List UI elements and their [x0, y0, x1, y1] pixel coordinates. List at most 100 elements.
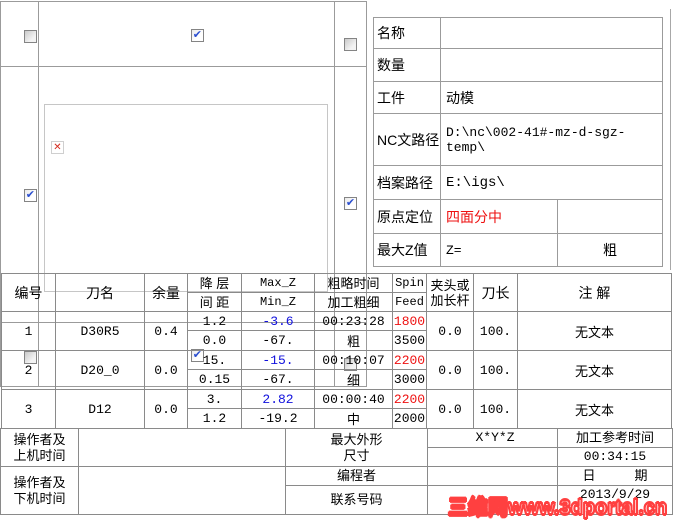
quantity-label: 数量: [373, 48, 441, 82]
tool-row-min-z: -67.: [241, 369, 315, 390]
tool-row-min-z: -19.2: [241, 408, 315, 429]
max-z-rough-value: 粗: [557, 233, 663, 267]
checkbox-top-left[interactable]: [23, 30, 37, 43]
job-info-form: 名称 数量 工件 动模 NC文路径 D:\nc\002-41#-mz-d-sgz…: [373, 17, 663, 267]
tool-table: 编号 刀名 余量 降 层 Max_Z 粗略时间 Spin 夹头或 加长杆 刀长 …: [1, 273, 672, 429]
max-size-value2: [427, 447, 558, 467]
tool-row-name: D12: [55, 389, 145, 429]
ref-time-label: 加工参考时间: [557, 428, 673, 448]
tool-row-allowance: 0.0: [144, 350, 188, 390]
col-header-no: 编号: [1, 273, 56, 312]
checkbox-top-right[interactable]: [344, 37, 357, 51]
workpiece-label: 工件: [373, 81, 441, 114]
tool-row-min-z: -67.: [241, 330, 315, 351]
tool-row-step-over: 1.2: [187, 408, 242, 429]
name-value: [440, 17, 663, 49]
tool-row-note: 无文本: [517, 311, 672, 351]
col-header-min-z: Min_Z: [241, 292, 315, 312]
col-header-step-over: 间 距: [187, 292, 242, 312]
tool-row-length: 100.: [473, 389, 518, 429]
tool-row-length: 100.: [473, 350, 518, 390]
nc-path-label: NC文路径: [373, 113, 441, 166]
col-header-max-z: Max_Z: [241, 273, 315, 293]
outer-frame-line: [670, 9, 671, 270]
archive-path-label: 档案路径: [373, 165, 441, 200]
tool-row-no: 1: [1, 311, 56, 351]
checkbox-cell: [334, 1, 367, 67]
max-size-value: X*Y*Z: [427, 428, 558, 448]
name-label: 名称: [373, 17, 441, 49]
tool-row-finish: 粗: [314, 330, 393, 351]
col-header-note: 注 解: [517, 273, 672, 312]
ref-time-value: 00:34:15: [557, 447, 673, 467]
tool-row-spin: 2200: [392, 389, 427, 409]
col-header-tool-length: 刀长: [473, 273, 518, 312]
tool-row-spin: 2200: [392, 350, 427, 370]
tool-row: 2 D20_0 0.0 15. -15. 00:10:07 2200 0.0 1…: [1, 350, 672, 390]
col-header-finish: 加工粗细: [314, 292, 393, 312]
checkbox-mid-left[interactable]: ✔: [23, 189, 37, 202]
max-size-label: 最大外形 尺寸: [285, 428, 428, 467]
col-header-allowance: 余量: [144, 273, 188, 312]
tool-row-max-z: -15.: [241, 350, 315, 370]
tool-row-rough-time: 00:23:28: [314, 311, 393, 331]
tool-row-no: 3: [1, 389, 56, 429]
checkbox-mid-right[interactable]: ✔: [344, 196, 357, 210]
operator-off-value: [78, 466, 286, 515]
operator-off-label: 操作者及 下机时间: [0, 466, 79, 515]
origin-label: 原点定位: [373, 199, 441, 234]
tool-row-max-z: -3.6: [241, 311, 315, 331]
tool-row: 1 D30R5 0.4 1.2 -3.6 00:23:28 1800 0.0 1…: [1, 311, 672, 351]
checkbox-cell: [0, 1, 39, 67]
origin-value: 四面分中: [440, 199, 558, 234]
watermark: 三维网www.3dportal.cn: [447, 496, 668, 520]
col-header-feed: Feed: [392, 292, 427, 312]
tool-row-feed: 3000: [392, 369, 427, 390]
tool-row-no: 2: [1, 350, 56, 390]
tool-row-step-over: 0.0: [187, 330, 242, 351]
nc-path-value: D:\nc\002-41#-mz-d-sgz-temp\: [440, 113, 663, 166]
col-header-rough-time: 粗略时间: [314, 273, 393, 293]
contact-label: 联系号码: [285, 485, 428, 515]
tool-row-note: 无文本: [517, 350, 672, 390]
col-header-tool: 刀名: [55, 273, 145, 312]
tool-row-rough-time: 00:00:40: [314, 389, 393, 409]
tool-row-max-z: 2.82: [241, 389, 315, 409]
tool-row-holder: 0.0: [426, 350, 474, 390]
max-z-value: Z=: [440, 233, 558, 267]
date-label: 日 期: [557, 466, 673, 486]
tool-row-finish: 细: [314, 369, 393, 390]
tool-row: 3 D12 0.0 3. 2.82 00:00:40 2200 0.0 100.…: [1, 389, 672, 429]
programmer-label: 编程者: [285, 466, 428, 486]
tool-row-holder: 0.0: [426, 389, 474, 429]
tool-row-step-down: 15.: [187, 350, 242, 370]
max-z-label: 最大Z值: [373, 233, 441, 267]
checkmark-icon: ✔: [25, 189, 35, 201]
tool-row-allowance: 0.0: [144, 389, 188, 429]
tool-row-name: D30R5: [55, 311, 145, 351]
tool-row-feed: 2000: [392, 408, 427, 429]
quantity-value: [440, 48, 663, 82]
tool-row-length: 100.: [473, 311, 518, 351]
tool-row-note: 无文本: [517, 389, 672, 429]
operator-on-label: 操作者及 上机时间: [0, 428, 79, 467]
checkmark-icon: ✔: [192, 28, 202, 41]
workpiece-value: 动模: [440, 81, 663, 114]
tool-row-name: D20_0: [55, 350, 145, 390]
programmer-value: [427, 466, 558, 486]
checkbox-cell: ✔: [38, 1, 335, 67]
origin-extra-cell: [557, 199, 663, 234]
tool-row-step-over: 0.15: [187, 369, 242, 390]
tool-row-feed: 3500: [392, 330, 427, 351]
tool-row-step-down: 1.2: [187, 311, 242, 331]
tool-row-spin: 1800: [392, 311, 427, 331]
checkmark-icon: ✔: [345, 196, 356, 209]
tool-row-allowance: 0.4: [144, 311, 188, 351]
image-placeholder: ✕: [44, 103, 328, 292]
tool-row-finish: 中: [314, 408, 393, 429]
archive-path-value: E:\igs\: [440, 165, 663, 200]
col-header-step-down: 降 层: [187, 273, 242, 293]
checkbox-top-center[interactable]: ✔: [190, 28, 204, 42]
tool-row-rough-time: 00:10:07: [314, 350, 393, 370]
operator-on-value: [78, 428, 286, 467]
